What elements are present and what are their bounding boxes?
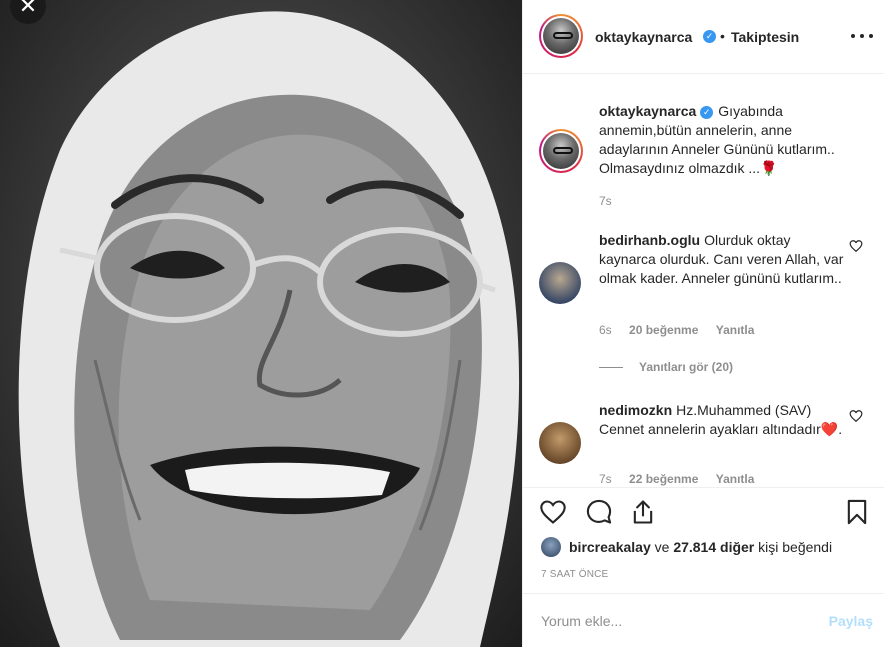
separator-dot: • — [720, 28, 725, 44]
comment-time[interactable]: 6s — [599, 323, 612, 337]
comment-avatar[interactable] — [539, 422, 581, 464]
comment-username[interactable]: bedirhanb.oglu — [599, 232, 700, 248]
caption-meta: 7s — [599, 194, 626, 208]
comment-input[interactable] — [541, 610, 801, 632]
comment-bubble-icon[interactable] — [585, 498, 613, 526]
post-timestamp[interactable]: 7 SAAT ÖNCE — [541, 569, 608, 580]
likes-connector: ve — [654, 539, 670, 555]
comment-time[interactable]: 7s — [599, 472, 612, 486]
liker-username[interactable]: bircreakalay — [569, 539, 651, 555]
caption-avatar[interactable] — [539, 129, 583, 173]
verified-badge-icon: ✓ — [703, 30, 716, 43]
comment-username[interactable]: nedimozkn — [599, 402, 672, 418]
save-bookmark-icon[interactable] — [843, 498, 871, 526]
more-options-icon[interactable] — [851, 26, 873, 46]
caption-text: oktaykaynarca ✓ Gıyabında annemin,bütün an… — [599, 102, 849, 178]
comment-likes-count[interactable]: 20 beğenme — [629, 323, 698, 337]
comment-likes-count[interactable]: 22 beğenme — [629, 472, 698, 486]
post-sidebar: oktaykaynarca ✓ • Takiptesin oktaykaynar… — [522, 0, 884, 647]
like-heart-icon[interactable] — [539, 498, 567, 526]
reply-button[interactable]: Yanıtla — [716, 323, 755, 337]
view-replies-button[interactable]: Yanıtları gör (20) — [599, 360, 733, 374]
comment-avatar[interactable] — [539, 262, 581, 304]
post-comment-button[interactable]: Paylaş — [829, 613, 873, 629]
comment-like-icon[interactable] — [849, 409, 863, 423]
post-photo[interactable]: ✕ — [0, 0, 522, 647]
likes-suffix: kişi beğendi — [758, 539, 833, 555]
portrait-illustration — [18, 11, 520, 647]
follow-status[interactable]: Takiptesin — [731, 29, 799, 45]
likes-summary: bircreakalay ve 27.814 diğer kişi beğend… — [541, 537, 832, 557]
comments-list[interactable]: oktaykaynarca ✓ Gıyabında annemin,bütün an… — [523, 75, 884, 487]
verified-badge-icon: ✓ — [700, 105, 714, 119]
reply-button[interactable]: Yanıtla — [716, 472, 755, 486]
comment-text: bedirhanb.oglu Olurduk oktay kaynarca olu… — [599, 231, 849, 288]
comment-meta: 7s 22 beğenme Yanıtla — [599, 472, 768, 486]
likes-count[interactable]: 27.814 diğer — [673, 539, 754, 555]
share-icon[interactable] — [629, 498, 657, 526]
add-comment-bar: Paylaş — [523, 593, 884, 647]
caption-time[interactable]: 7s — [599, 194, 612, 208]
comment-like-icon[interactable] — [849, 239, 863, 253]
author-avatar[interactable] — [539, 14, 583, 58]
comment-meta: 6s 20 beğenme Yanıtla — [599, 323, 768, 337]
post-header: oktaykaynarca ✓ • Takiptesin — [523, 0, 884, 74]
caption-username[interactable]: oktaykaynarca — [599, 103, 696, 119]
post-actions: bircreakalay ve 27.814 diğer kişi beğend… — [523, 487, 884, 593]
author-username[interactable]: oktaykaynarca — [595, 29, 692, 45]
comment-text: nedimozkn Hz.Muhammed (SAV) Cennet annele… — [599, 401, 849, 439]
liker-avatar[interactable] — [541, 537, 561, 557]
